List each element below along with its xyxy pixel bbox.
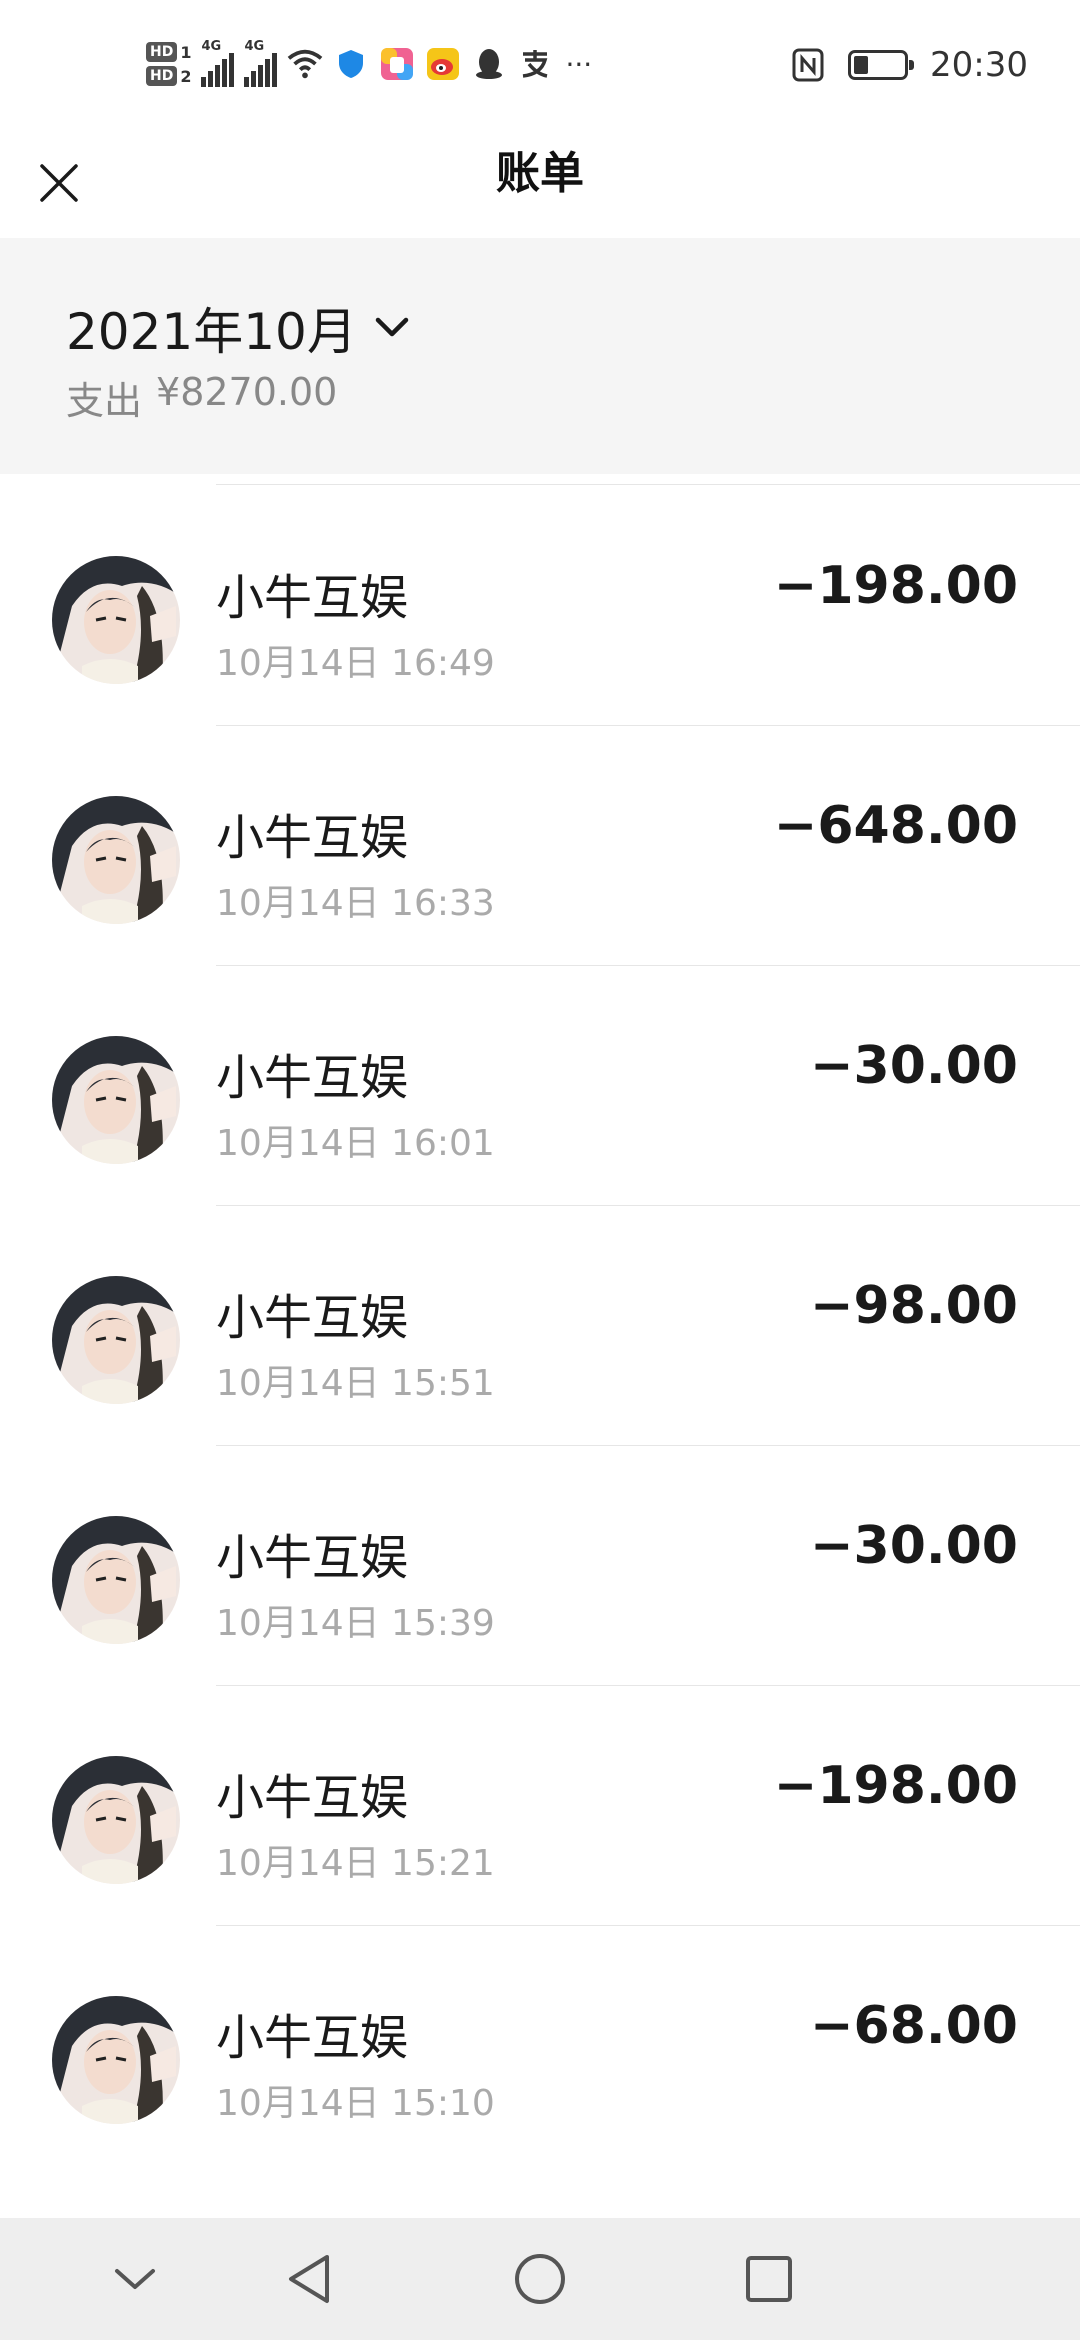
transaction-time: 10月14日 15:21	[216, 1843, 495, 1884]
transaction-amount: −30.00	[809, 1036, 1018, 1096]
hd2-badge: HD	[146, 66, 178, 86]
expense-value: ¥8270.00	[156, 370, 338, 414]
transaction-time: 10月14日 16:01	[216, 1123, 495, 1164]
transaction-row[interactable]: 小牛互娱 10月14日 15:51 −98.00	[0, 1206, 1080, 1446]
transaction-row[interactable]: 小牛互娱 10月14日 16:33 −648.00	[0, 726, 1080, 966]
system-navigation-bar	[0, 2218, 1080, 2340]
nav-collapse-button[interactable]	[100, 2244, 170, 2314]
merchant-name: 小牛互娱	[216, 1050, 409, 1106]
qq-penguin-icon	[471, 46, 507, 82]
transaction-row[interactable]: 小牛互娱 10月14日 16:01 −30.00	[0, 966, 1080, 1206]
more-notifications-icon: ···	[565, 47, 593, 81]
month-label: 2021年10月	[66, 303, 357, 361]
merchant-avatar	[52, 1036, 180, 1164]
network-2-label: 4G	[244, 39, 265, 54]
shield-app-icon	[333, 46, 369, 82]
merchant-name: 小牛互娱	[216, 810, 409, 866]
battery-level	[854, 56, 869, 74]
transaction-row[interactable]: 小牛互娱 10月14日 15:10 −68.00	[0, 1926, 1080, 2164]
transaction-time: 10月14日 15:39	[216, 1603, 495, 1644]
chevron-down-icon	[115, 2269, 155, 2289]
nav-recents-button[interactable]	[734, 2244, 804, 2314]
close-button[interactable]	[24, 148, 94, 218]
month-selector[interactable]: 2021年10月	[66, 292, 409, 364]
wifi-icon	[287, 46, 323, 82]
hd1-badge: HD	[146, 42, 178, 62]
transaction-amount: −198.00	[773, 556, 1018, 616]
signal-2-icon: 4G	[244, 39, 278, 87]
nav-back-button[interactable]	[274, 2244, 344, 2314]
merchant-avatar	[52, 1756, 180, 1884]
colorful-app-icon	[379, 46, 415, 82]
merchant-name: 小牛互娱	[216, 1530, 409, 1586]
transaction-time: 10月14日 15:51	[216, 1363, 495, 1404]
nfc-icon	[790, 47, 826, 83]
transaction-row[interactable]: 小牛互娱 10月14日 15:21 −198.00	[0, 1686, 1080, 1926]
alipay-icon	[517, 46, 553, 82]
hd1-num: 1	[180, 42, 192, 62]
transaction-amount: −648.00	[773, 796, 1018, 856]
merchant-name: 小牛互娱	[216, 570, 409, 626]
transaction-row[interactable]: 小牛互娱 10月14日 15:39 −30.00	[0, 1446, 1080, 1686]
status-bar: HD 1 HD 2 4G 4G ··· 20:30	[0, 0, 1080, 128]
transaction-time: 10月14日 15:10	[216, 2083, 495, 2124]
nav-home-button[interactable]	[505, 2244, 575, 2314]
expense-total: 支出 ¥8270.00	[66, 370, 337, 425]
hd2-num: 2	[180, 66, 192, 86]
battery-icon	[848, 50, 915, 80]
top-app-bar: 账单	[0, 128, 1080, 238]
merchant-avatar	[52, 1996, 180, 2124]
signal-1-icon: 4G	[201, 39, 235, 87]
status-right-icons: 20:30	[790, 40, 1028, 90]
merchant-name: 小牛互娱	[216, 1290, 409, 1346]
transaction-amount: −98.00	[809, 1276, 1018, 1336]
home-circle-icon	[515, 2254, 565, 2304]
merchant-avatar	[52, 556, 180, 684]
transaction-row[interactable]: 小牛互娱 10月14日 16:49 −198.00	[0, 486, 1080, 726]
expense-label: 支出	[66, 379, 143, 423]
merchant-avatar	[52, 796, 180, 924]
recents-square-icon	[746, 2256, 792, 2302]
page-title: 账单	[496, 148, 584, 199]
transaction-amount: −198.00	[773, 1756, 1018, 1816]
clock-time: 20:30	[930, 45, 1028, 85]
transaction-time: 10月14日 16:33	[216, 883, 495, 924]
merchant-name: 小牛互娱	[216, 1770, 409, 1826]
close-icon	[40, 164, 78, 202]
status-left-icons: HD 1 HD 2 4G 4G ···	[146, 34, 592, 94]
network-1-label: 4G	[201, 39, 222, 54]
weibo-icon	[425, 46, 461, 82]
month-summary: 2021年10月 支出 ¥8270.00	[0, 238, 1080, 474]
merchant-avatar	[52, 1276, 180, 1404]
merchant-avatar	[52, 1516, 180, 1644]
transaction-amount: −68.00	[809, 1996, 1018, 2056]
transaction-time: 10月14日 16:49	[216, 643, 495, 684]
chevron-down-icon	[375, 317, 409, 337]
transaction-amount: −30.00	[809, 1516, 1018, 1576]
merchant-name: 小牛互娱	[216, 2010, 409, 2066]
back-triangle-icon	[289, 2255, 329, 2303]
transaction-list[interactable]: 小牛互娱 10月14日 16:49 −198.00 小牛互娱 10月14日 16:33 −…	[0, 474, 1080, 2164]
hd-indicators: HD 1 HD 2	[146, 42, 191, 86]
list-divider	[216, 484, 1080, 485]
